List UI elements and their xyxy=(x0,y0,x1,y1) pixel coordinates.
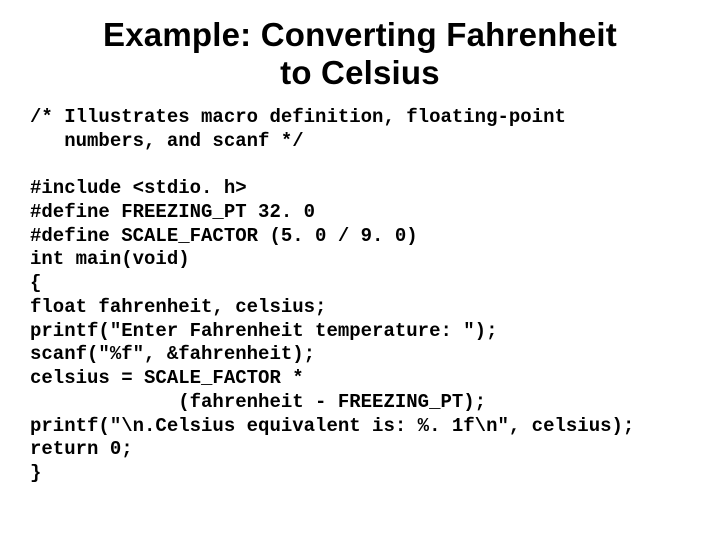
code-block: /* Illustrates macro definition, floatin… xyxy=(30,106,690,486)
title-line-2: to Celsius xyxy=(280,54,440,91)
title-line-1: Example: Converting Fahrenheit xyxy=(103,16,617,53)
slide: Example: Converting Fahrenheit to Celsiu… xyxy=(0,0,720,506)
slide-title: Example: Converting Fahrenheit to Celsiu… xyxy=(30,16,690,92)
